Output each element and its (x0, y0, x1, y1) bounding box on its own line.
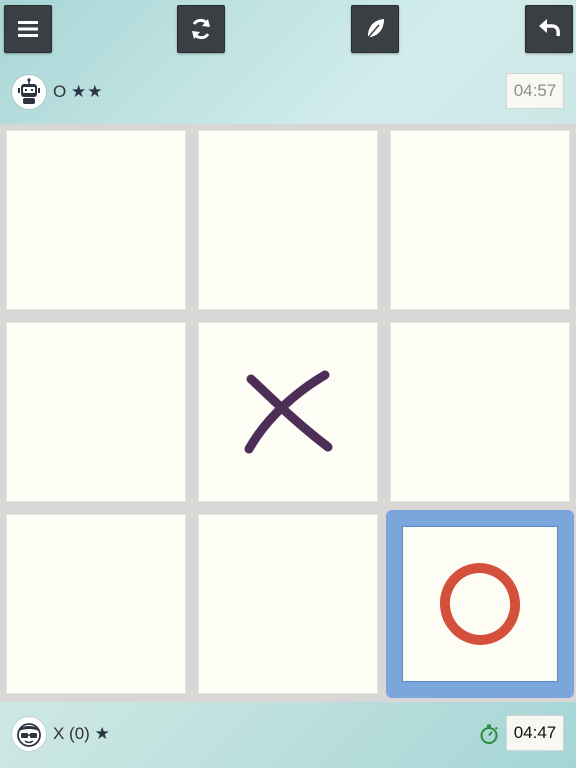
top-player-stars: ★★ (70, 82, 104, 101)
bottom-player-stars: ★ (94, 724, 111, 743)
cell-mark: X (243, 367, 333, 457)
board-cell-6[interactable] (390, 322, 570, 502)
bottom-player-row: X (0) ★ 04:47 (0, 710, 576, 760)
hamburger-icon (18, 21, 38, 37)
toolbar (0, 0, 576, 60)
human-glasses-icon (12, 717, 46, 751)
robot-icon (12, 75, 46, 109)
restart-button[interactable] (177, 5, 225, 53)
x-mark: X (244, 370, 333, 454)
board-cell-7[interactable] (6, 514, 186, 694)
board-cell-2[interactable] (198, 130, 378, 310)
bottom-player-timer: 04:47 (506, 715, 564, 751)
board-cell-9[interactable]: O (386, 510, 574, 698)
board-cell-8[interactable] (198, 514, 378, 694)
cell-mark: O (435, 559, 525, 649)
undo-arrow-icon (539, 19, 560, 37)
board-cell-5[interactable]: X (198, 322, 378, 502)
top-player-row: O ★★ 04:57 (0, 68, 576, 118)
refresh-icon (192, 18, 210, 40)
menu-button[interactable] (4, 5, 52, 53)
board-cell-3[interactable] (390, 130, 570, 310)
top-player-label: O ★★ (53, 82, 103, 102)
board-cell-1[interactable] (6, 130, 186, 310)
o-mark: O (439, 563, 521, 645)
game-board: X O (0, 124, 576, 702)
bottom-player-symbol: X (0) (53, 724, 90, 743)
bottom-player-label: X (0) ★ (53, 724, 111, 744)
top-player-symbol: O (53, 82, 67, 101)
board-cell-4[interactable] (6, 322, 186, 502)
undo-button[interactable] (525, 5, 573, 53)
theme-button[interactable] (351, 5, 399, 53)
top-player-timer: 04:57 (506, 73, 564, 109)
stopwatch-icon (480, 724, 498, 744)
feather-icon (365, 19, 384, 41)
